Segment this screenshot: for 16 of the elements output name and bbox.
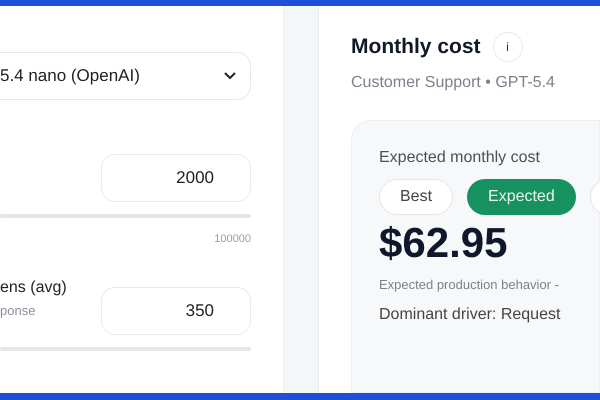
cost-note: Expected production behavior - (379, 277, 560, 292)
field-label: ens (avg) (0, 279, 67, 297)
panel-subtitle: Customer Support • GPT-5.4 (351, 74, 556, 92)
card-label: Expected monthly cost (379, 149, 541, 167)
model-select[interactable]: 5.4 nano (OpenAI) (0, 52, 251, 100)
dominant-driver: Dominant driver: Request (379, 306, 562, 324)
scenario-tab[interactable]: Expected (467, 179, 576, 215)
slider-max-label: 100000 (214, 233, 251, 245)
tokens-field[interactable]: 350 (101, 287, 251, 335)
info-icon[interactable]: i (492, 32, 522, 62)
cost-amount: $62.95 (379, 219, 508, 267)
chevron-down-icon (224, 72, 236, 80)
panel-title: Monthly cost (351, 35, 480, 59)
field-hint: ponse (0, 303, 36, 318)
requests-field[interactable]: 2000 (101, 154, 251, 202)
scenario-tab[interactable]: Best (379, 179, 454, 215)
